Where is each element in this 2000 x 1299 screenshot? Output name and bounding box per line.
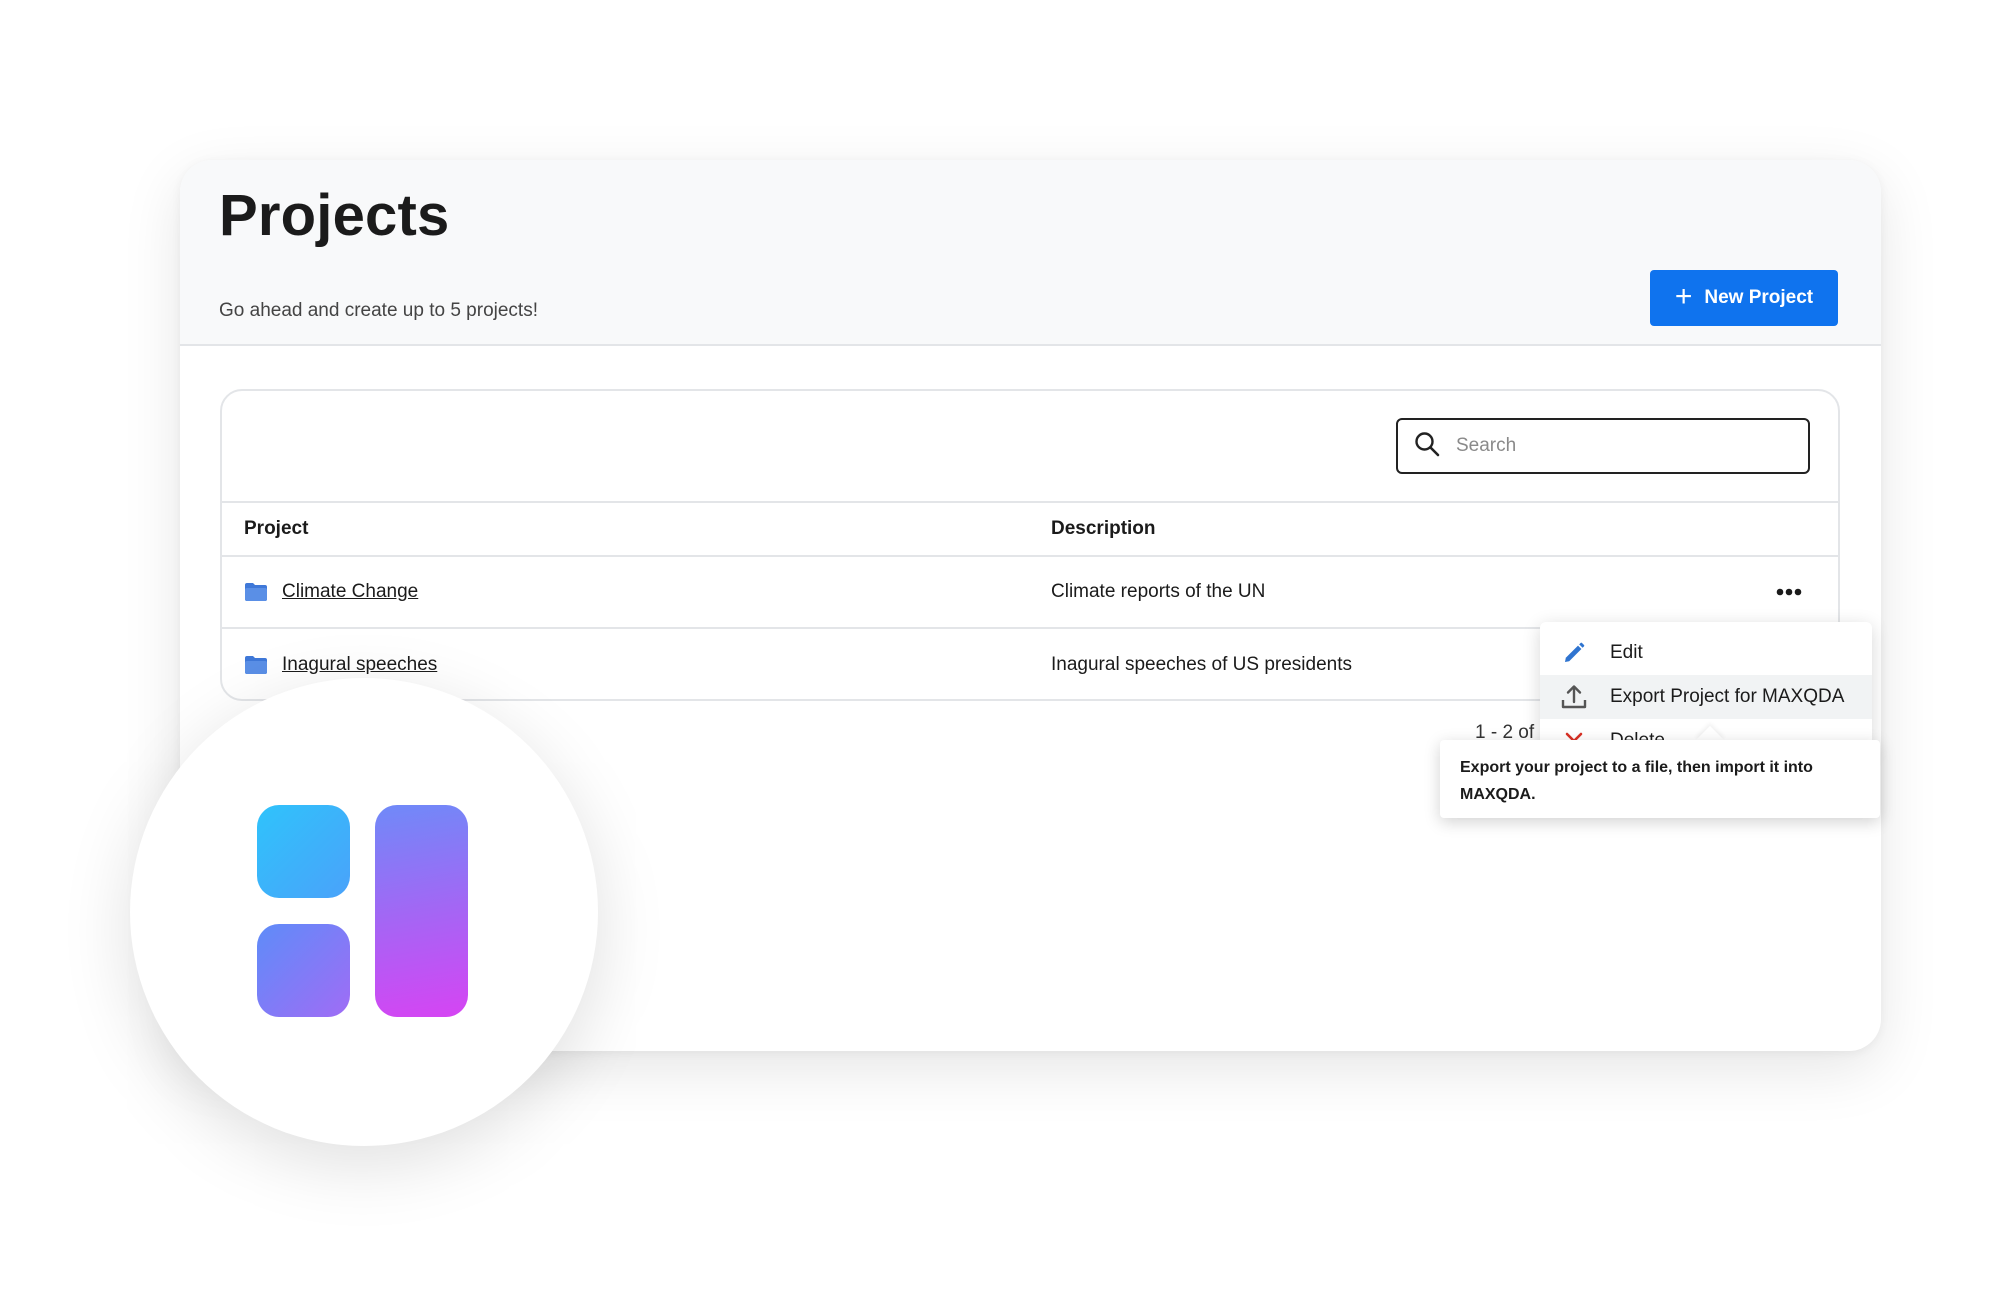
logo-tile-tall: [375, 805, 468, 1017]
more-options-icon[interactable]: [1774, 579, 1804, 605]
menu-item-export[interactable]: Export Project for MAXQDA: [1540, 675, 1872, 719]
pencil-icon: [1560, 639, 1588, 667]
menu-item-label: Edit: [1610, 642, 1643, 663]
column-header-description[interactable]: Description: [1051, 503, 1156, 555]
folder-icon: [245, 656, 267, 674]
folder-icon: [245, 583, 267, 601]
project-link[interactable]: Inagural speeches: [282, 654, 437, 676]
logo-tile-small-bottom: [257, 924, 350, 1017]
menu-item-edit[interactable]: Edit: [1540, 631, 1872, 675]
page-title: Projects: [219, 183, 450, 248]
upload-icon: [1560, 683, 1588, 711]
column-header-project[interactable]: Project: [244, 503, 308, 555]
stage: Projects Go ahead and create up to 5 pro…: [0, 0, 2000, 1299]
app-logo-badge: [130, 678, 598, 1146]
search-input[interactable]: [1454, 434, 1774, 458]
logo-tile-small-top: [257, 805, 350, 898]
plus-icon: +: [1674, 279, 1693, 313]
project-link[interactable]: Climate Change: [282, 581, 418, 603]
table-row[interactable]: Climate Change Climate reports of the UN: [222, 557, 1838, 629]
page-subtitle: Go ahead and create up to 5 projects!: [219, 300, 538, 321]
menu-item-label: Export Project for MAXQDA: [1610, 686, 1845, 707]
new-project-label: New Project: [1704, 287, 1814, 308]
table-header: Project Description: [222, 501, 1838, 557]
description-cell: Climate reports of the UN: [1051, 581, 1266, 602]
export-tooltip: Export your project to a file, then impo…: [1440, 740, 1880, 818]
search-field[interactable]: [1396, 418, 1810, 474]
new-project-button[interactable]: + New Project: [1650, 270, 1838, 326]
search-icon: [1414, 431, 1440, 462]
project-cell: Climate Change: [244, 557, 418, 627]
page-header: Projects Go ahead and create up to 5 pro…: [180, 160, 1881, 346]
description-cell: Inagural speeches of US presidents: [1051, 654, 1353, 675]
